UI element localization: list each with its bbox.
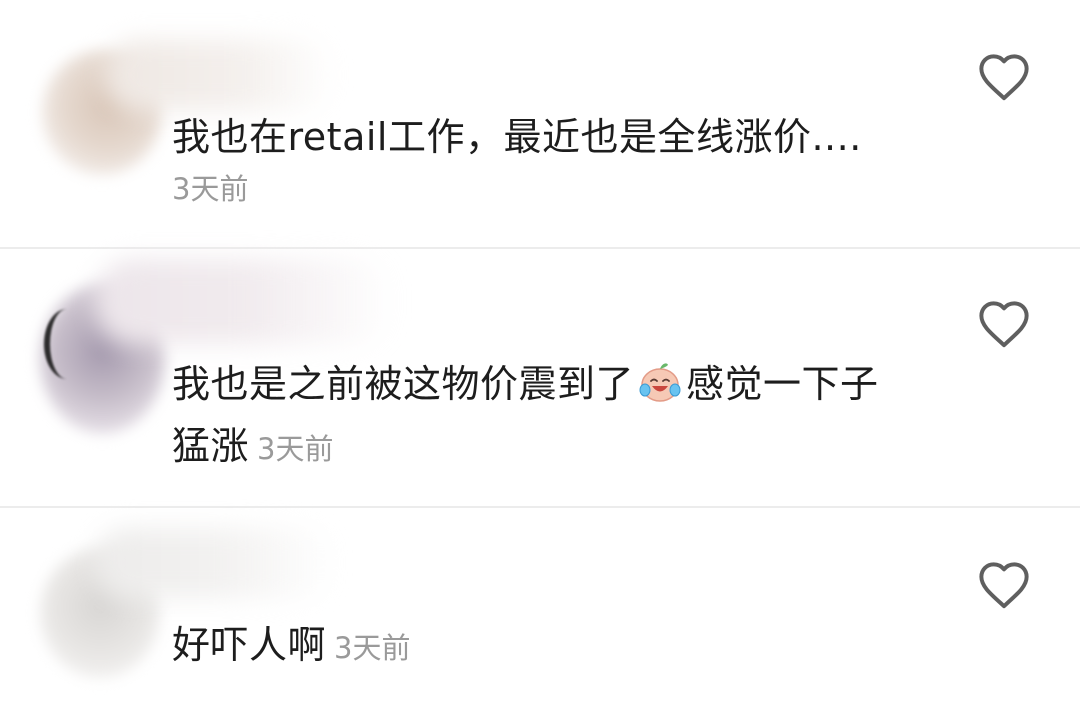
- comment-item: 好吓人啊 3天前: [0, 508, 1080, 712]
- heart-outline-icon[interactable]: [976, 50, 1032, 102]
- comment-list: 我也在retail工作，最近也是全线涨价.... 3天前 我也是之前被这物价震到…: [0, 0, 1080, 712]
- heart-outline-icon[interactable]: [976, 297, 1032, 349]
- comment-timestamp: 3天前: [334, 631, 411, 665]
- username-blurred[interactable]: [95, 528, 335, 598]
- comment-text-part: 好吓人啊: [172, 623, 327, 667]
- comment-timestamp: 3天前: [172, 172, 249, 206]
- comment-text: 好吓人啊 3天前: [172, 614, 932, 679]
- username-blurred[interactable]: [105, 40, 335, 110]
- comment-text-part: 我也是之前被这物价震到了: [172, 362, 635, 406]
- crying-laughing-emoji-icon: [639, 363, 681, 402]
- username-blurred[interactable]: [95, 259, 395, 344]
- comment-text: 我也是之前被这物价震到了 感觉一下子猛涨 3天前: [172, 353, 902, 480]
- heart-outline-icon[interactable]: [976, 558, 1032, 610]
- comment-timestamp: 3天前: [257, 432, 334, 466]
- comment-item: 我也在retail工作，最近也是全线涨价.... 3天前: [0, 0, 1080, 248]
- comment-item: 我也是之前被这物价震到了 感觉一下子猛涨 3天前: [0, 249, 1080, 507]
- avatar-edge: [44, 309, 90, 379]
- comment-text: 我也在retail工作，最近也是全线涨价....: [172, 115, 862, 159]
